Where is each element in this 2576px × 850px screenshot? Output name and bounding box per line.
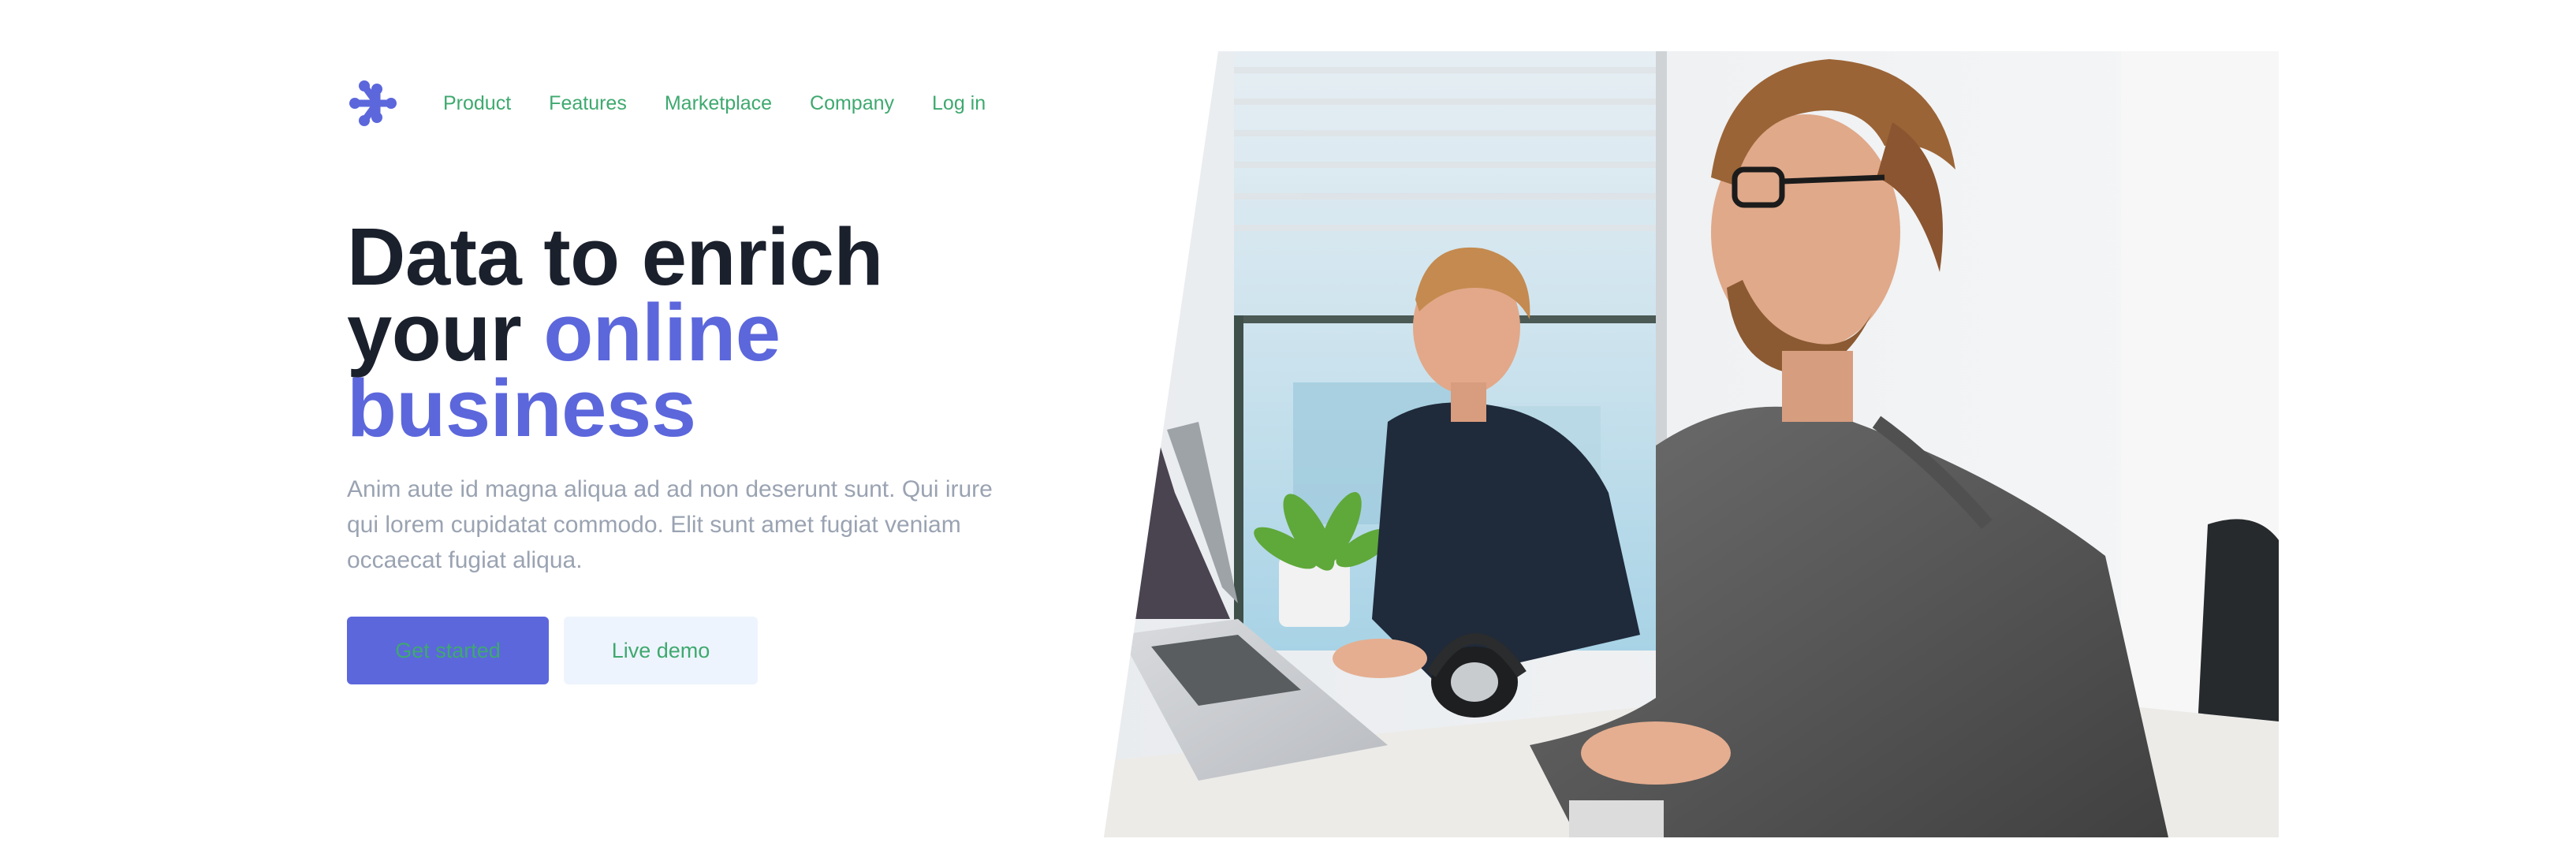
two-men-working-at-laptops-photo (1104, 51, 2279, 837)
hero-headline: Data to enrich your online business (347, 216, 1057, 449)
office-photo-illustration (1104, 51, 2279, 837)
top-nav: Product Features Marketplace Company Log… (347, 76, 1023, 131)
get-started-button[interactable]: Get started (347, 617, 549, 684)
asterisk-dots-logo-icon[interactable] (347, 77, 399, 129)
nav-link-features[interactable]: Features (549, 92, 627, 115)
hero-description: Anim aute id magna aliqua ad ad non dese… (347, 476, 993, 573)
nav-link-product[interactable]: Product (443, 92, 511, 115)
nav-link-login[interactable]: Log in (932, 92, 986, 115)
nav-link-marketplace[interactable]: Marketplace (665, 92, 772, 115)
live-demo-button[interactable]: Live demo (564, 617, 758, 684)
nav-link-company[interactable]: Company (810, 92, 894, 115)
